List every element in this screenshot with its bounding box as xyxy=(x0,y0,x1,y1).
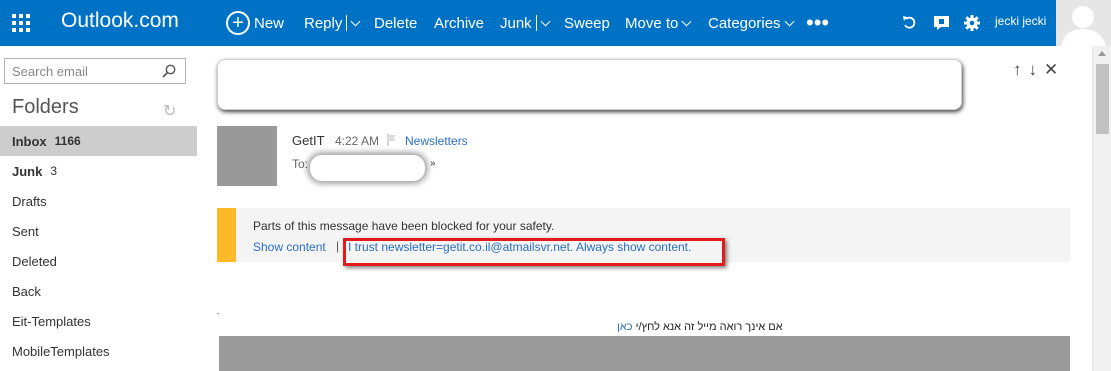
divider xyxy=(535,15,537,31)
search-input[interactable] xyxy=(5,59,155,83)
folder-mobiletemplates[interactable]: MobileTemplates xyxy=(0,336,197,366)
junk-button[interactable]: Junk xyxy=(500,0,551,46)
reading-pane: ↑ ↓ ✕ GetIT 4:22 AM Newsletters To: » Pa… xyxy=(197,46,1111,371)
reply-button[interactable]: Reply xyxy=(304,0,361,46)
close-icon[interactable]: ✕ xyxy=(1044,60,1058,80)
highlight-annotation xyxy=(343,238,725,266)
folder-label: Inbox xyxy=(12,133,47,149)
brand-title[interactable]: Outlook.com xyxy=(61,8,179,34)
new-button[interactable]: + New xyxy=(226,0,284,46)
folder-label: Junk xyxy=(12,163,43,179)
top-bar: Outlook.com + New Reply Delete Archive J… xyxy=(0,0,1111,46)
folder-label: Drafts xyxy=(12,193,47,209)
user-silhouette-icon xyxy=(1061,6,1106,46)
sender-photo xyxy=(217,126,277,186)
search-icon[interactable] xyxy=(162,64,176,78)
sweep-button[interactable]: Sweep xyxy=(564,0,610,46)
categories-button[interactable]: Categories xyxy=(708,0,794,46)
user-name[interactable]: jecki jecki xyxy=(995,0,1046,42)
sender-name[interactable]: GetIT xyxy=(292,133,325,148)
folder-sent[interactable]: Sent xyxy=(0,216,197,246)
sent-time: 4:22 AM xyxy=(335,134,380,148)
folder-label: MobileTemplates xyxy=(12,343,110,359)
chat-icon[interactable] xyxy=(930,0,952,46)
divider xyxy=(346,15,348,31)
waffle-icon xyxy=(12,14,30,32)
folders-heading: Folders xyxy=(12,96,79,118)
scroll-thumb[interactable] xyxy=(1096,64,1109,134)
category-link[interactable]: Newsletters xyxy=(405,134,468,148)
safety-message: Parts of this message have been blocked … xyxy=(253,219,555,233)
chevron-down-icon xyxy=(681,16,692,26)
folder-inbox[interactable]: Inbox 1166 xyxy=(0,126,197,156)
redacted-recipient xyxy=(310,155,425,181)
archive-button[interactable]: Archive xyxy=(434,0,484,46)
chevron-down-icon[interactable] xyxy=(350,16,361,26)
more-actions-button[interactable]: ••• xyxy=(806,0,829,46)
link-separator: | xyxy=(336,239,340,253)
folder-back[interactable]: Back xyxy=(0,276,197,306)
new-label: New xyxy=(254,14,285,32)
message-nav: ↑ ↓ ✕ xyxy=(1013,60,1058,80)
scrollbar[interactable] xyxy=(1092,46,1111,371)
delete-button[interactable]: Delete xyxy=(374,0,417,46)
chevron-down-icon xyxy=(784,16,794,26)
folder-junk[interactable]: Junk 3 xyxy=(0,156,197,186)
redacted-subject xyxy=(217,59,962,110)
to-label: To: xyxy=(292,157,309,171)
folder-eit-templates[interactable]: Eit-Templates xyxy=(0,306,197,336)
scroll-up-icon[interactable] xyxy=(1098,51,1106,56)
folder-label: Sent xyxy=(12,223,39,239)
refresh-icon[interactable]: ↻ xyxy=(163,101,176,121)
body-image xyxy=(219,336,1070,371)
move-to-button[interactable]: Move to xyxy=(625,0,692,46)
junk-label: Junk xyxy=(500,14,532,32)
gear-icon[interactable] xyxy=(961,0,983,46)
categories-label: Categories xyxy=(708,14,781,32)
show-content-link[interactable]: Show content xyxy=(253,240,326,254)
view-online-text: אם אינך רואה מייל זה אנא לחץ/י xyxy=(635,321,783,333)
arrow-down-icon[interactable]: ↓ xyxy=(1029,60,1038,80)
flag-icon[interactable] xyxy=(387,134,397,146)
avatar[interactable] xyxy=(1056,0,1111,46)
plus-icon: + xyxy=(226,11,250,35)
view-online-link[interactable]: כאן xyxy=(617,321,633,333)
reply-label: Reply xyxy=(304,14,343,32)
folder-deleted[interactable]: Deleted xyxy=(0,246,197,276)
search-box xyxy=(4,58,186,84)
undo-icon[interactable] xyxy=(899,0,921,46)
warning-stripe xyxy=(217,208,236,262)
folder-label: Eit-Templates xyxy=(12,313,91,329)
expand-recipients-icon[interactable]: » xyxy=(430,158,436,169)
chevron-down-icon[interactable] xyxy=(540,16,551,26)
folder-pane: Folders ↻ Inbox 1166 Junk 3 Drafts Sent … xyxy=(0,46,197,371)
folder-count: 1166 xyxy=(54,134,81,148)
move-to-label: Move to xyxy=(625,14,679,32)
folder-label: Back xyxy=(12,283,41,299)
folder-drafts[interactable]: Drafts xyxy=(0,186,197,216)
body-dot xyxy=(217,313,219,314)
view-online-line: אם אינך רואה מייל זה אנא לחץ/י כאן xyxy=(617,321,783,333)
folder-label: Deleted xyxy=(12,253,57,269)
app-launcher-button[interactable] xyxy=(0,0,42,46)
arrow-up-icon[interactable]: ↑ xyxy=(1013,60,1022,80)
folder-count: 3 xyxy=(50,164,58,178)
